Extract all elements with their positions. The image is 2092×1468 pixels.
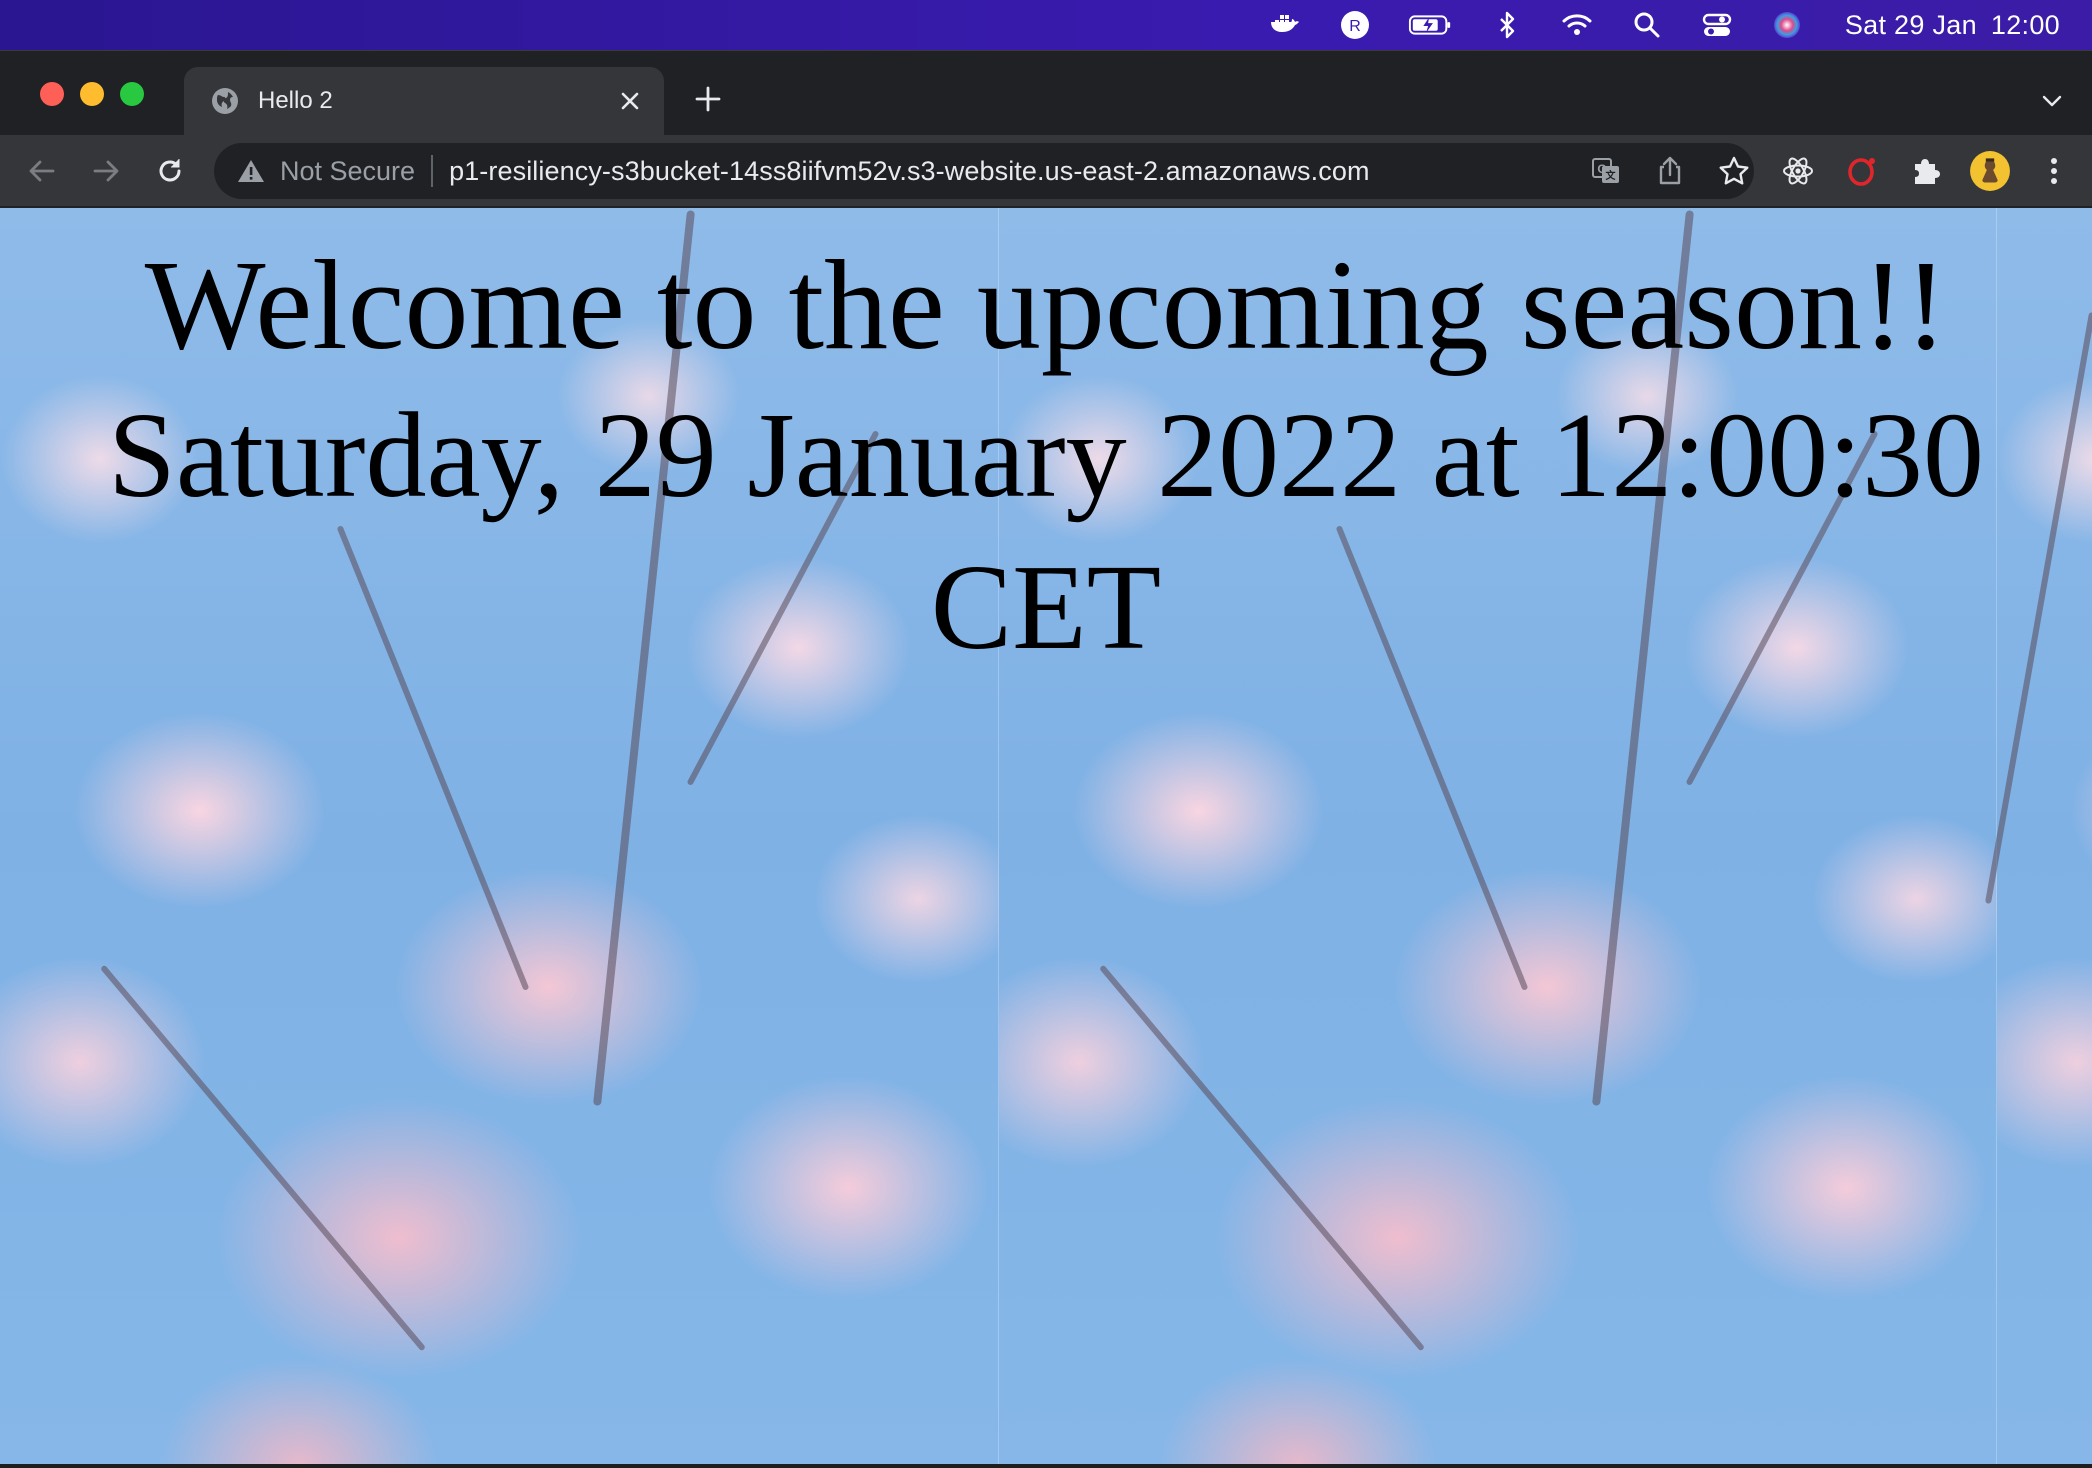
spotlight-search-icon[interactable] [1629, 7, 1665, 43]
forward-button[interactable] [84, 149, 128, 193]
svg-text:文: 文 [1606, 169, 1617, 182]
security-status-label[interactable]: Not Secure [280, 156, 415, 187]
tab-hello-2[interactable]: Hello 2 [184, 67, 664, 135]
address-bar[interactable]: Not Secure p1-resiliency-s3bucket-14ss8i… [214, 143, 1754, 199]
new-tab-button[interactable] [688, 79, 728, 119]
tab-close-icon[interactable] [610, 81, 650, 121]
url-text[interactable]: p1-resiliency-s3bucket-14ss8iifvm52v.s3-… [449, 156, 1369, 187]
tab-title: Hello 2 [258, 87, 333, 114]
profile-avatar[interactable] [1968, 149, 2012, 193]
arrow-right-icon [93, 160, 119, 182]
kebab-menu-icon [2051, 158, 2057, 184]
browser-menu-button[interactable] [2032, 149, 2076, 193]
battery-charging-icon[interactable] [1407, 7, 1455, 43]
page-content: Welcome to the upcoming season!! Saturda… [0, 208, 2092, 684]
macos-menu-bar: R Sat 29 Jan 12:00 [0, 0, 2092, 50]
page-datetime: Saturday, 29 January 2022 at 12:00:30 CE… [108, 388, 1984, 675]
svg-text:R: R [1349, 18, 1361, 35]
control-center-icon[interactable] [1699, 7, 1735, 43]
reload-icon [159, 159, 181, 182]
reload-button[interactable] [148, 149, 192, 193]
arrow-left-icon [29, 160, 55, 182]
wifi-icon[interactable] [1559, 7, 1595, 43]
browser-toolbar: Not Secure p1-resiliency-s3bucket-14ss8i… [0, 135, 2092, 207]
siri-icon[interactable] [1769, 7, 1805, 43]
page-viewport: Welcome to the upcoming season!! Saturda… [0, 208, 2092, 1464]
window-bottom-edge [0, 1464, 2092, 1468]
docker-icon[interactable] [1267, 7, 1303, 43]
translate-icon[interactable]: G文 [1586, 151, 1626, 191]
menubar-clock[interactable]: Sat 29 Jan 12:00 [1845, 10, 2060, 41]
tab-strip: Hello 2 [0, 51, 2092, 135]
window-minimize-button[interactable] [80, 82, 104, 106]
menubar-date: Sat 29 Jan [1844, 9, 1977, 40]
opera-icon[interactable] [1840, 149, 1884, 193]
menubar-time: 12:00 [1990, 9, 2060, 40]
extensions-puzzle-icon[interactable] [1904, 149, 1948, 193]
browser-window: Hello 2 Not Secure p1-resiliency-s3bucke… [0, 50, 2092, 1468]
window-close-button[interactable] [40, 82, 64, 106]
plus-icon [695, 86, 721, 112]
r-app-icon[interactable]: R [1337, 7, 1373, 43]
tab-search-button[interactable] [2032, 81, 2072, 121]
chevron-down-icon [2042, 95, 2062, 107]
warning-icon[interactable] [236, 156, 266, 186]
react-devtools-icon[interactable] [1776, 149, 1820, 193]
window-maximize-button[interactable] [120, 82, 144, 106]
globe-icon [212, 88, 238, 114]
omnibox-divider [431, 155, 434, 187]
bookmark-star-icon[interactable] [1714, 151, 1754, 191]
back-button[interactable] [20, 149, 64, 193]
page-heading: Welcome to the upcoming season!! [144, 234, 1948, 376]
bluetooth-icon[interactable] [1489, 7, 1525, 43]
share-icon[interactable] [1650, 151, 1690, 191]
